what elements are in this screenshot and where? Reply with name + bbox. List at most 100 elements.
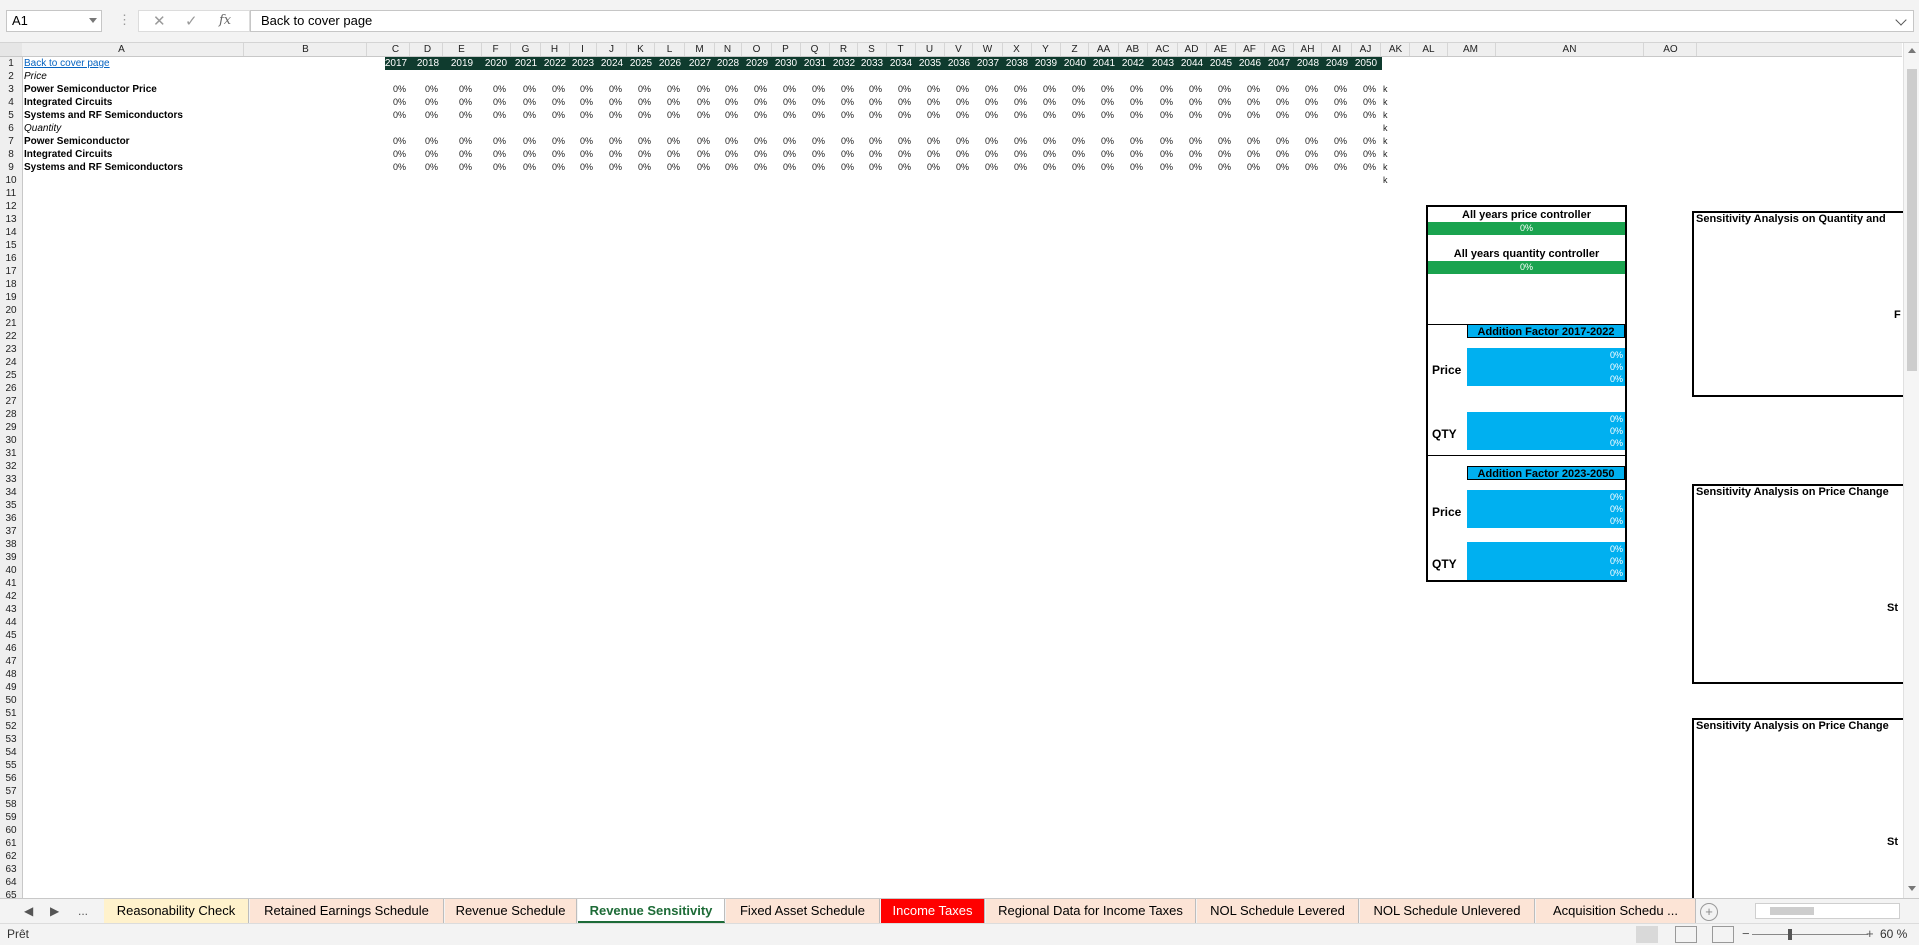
percent-cell[interactable]: 0% <box>1354 83 1376 96</box>
percent-cell[interactable]: 0% <box>384 109 406 122</box>
percent-cell[interactable]: 0% <box>1092 161 1114 174</box>
year-cell[interactable]: 2034 <box>887 57 915 70</box>
column-header[interactable]: S <box>858 43 887 56</box>
year-cell[interactable]: 2027 <box>686 57 714 70</box>
row-header[interactable]: 54 <box>0 746 22 759</box>
percent-cell[interactable]: 0% <box>600 109 622 122</box>
percent-cell[interactable]: 0% <box>1180 148 1202 161</box>
year-cell[interactable]: 2042 <box>1119 57 1147 70</box>
column-header[interactable]: V <box>945 43 973 56</box>
percent-cell[interactable]: 0% <box>976 135 998 148</box>
percent-cell[interactable]: 0% <box>1296 148 1318 161</box>
percent-cell[interactable]: 0% <box>629 109 651 122</box>
row-header[interactable]: 28 <box>0 408 22 421</box>
year-cell[interactable]: 2047 <box>1265 57 1293 70</box>
year-cell[interactable]: 2046 <box>1236 57 1264 70</box>
column-header[interactable]: B <box>245 43 367 56</box>
column-header[interactable]: F <box>482 43 511 56</box>
row-header[interactable]: 57 <box>0 785 22 798</box>
percent-cell[interactable]: 0% <box>889 161 911 174</box>
k-marker-cell[interactable]: k <box>1383 109 1388 122</box>
percent-cell[interactable]: 0% <box>1296 109 1318 122</box>
percent-cell[interactable]: 0% <box>889 109 911 122</box>
percent-cell[interactable]: 0% <box>688 96 710 109</box>
sheet-tab[interactable]: NOL Schedule Levered <box>1197 899 1359 923</box>
year-cell[interactable]: 2044 <box>1178 57 1206 70</box>
percent-cell[interactable]: 0% <box>1296 83 1318 96</box>
percent-cell[interactable]: 0% <box>484 83 506 96</box>
row-header[interactable]: 22 <box>0 330 22 343</box>
percent-cell[interactable]: 0% <box>1325 109 1347 122</box>
percent-cell[interactable]: 0% <box>774 148 796 161</box>
row-header[interactable]: 47 <box>0 655 22 668</box>
column-header[interactable]: Q <box>801 43 830 56</box>
row-header[interactable]: 24 <box>0 356 22 369</box>
percent-cell[interactable]: 0% <box>745 161 767 174</box>
row-header[interactable]: 18 <box>0 278 22 291</box>
year-cell[interactable]: 2041 <box>1090 57 1118 70</box>
percent-cell[interactable]: 0% <box>600 96 622 109</box>
year-cell[interactable]: 2043 <box>1149 57 1177 70</box>
row-header[interactable]: 4 <box>0 96 22 109</box>
percent-cell[interactable]: 0% <box>832 96 854 109</box>
k-marker-cell[interactable]: k <box>1383 161 1388 174</box>
row-header[interactable]: 7 <box>0 135 22 148</box>
function-icon[interactable]: fx <box>219 13 231 28</box>
column-header[interactable]: AK <box>1382 43 1410 56</box>
year-cell[interactable]: 2049 <box>1323 57 1351 70</box>
percent-cell[interactable]: 0% <box>976 148 998 161</box>
percent-cell[interactable]: 0% <box>1063 109 1085 122</box>
percent-cell[interactable]: 0% <box>1121 135 1143 148</box>
year-cell[interactable]: 2026 <box>656 57 684 70</box>
percent-cell[interactable]: 0% <box>1296 161 1318 174</box>
percent-cell[interactable]: 0% <box>1092 96 1114 109</box>
year-cell[interactable]: 2029 <box>743 57 771 70</box>
year-cell[interactable]: 2031 <box>801 57 829 70</box>
percent-cell[interactable]: 0% <box>947 161 969 174</box>
factor2-price-value-3[interactable]: 0% <box>1610 515 1623 527</box>
column-header[interactable]: Z <box>1061 43 1089 56</box>
percent-cell[interactable]: 0% <box>1151 148 1173 161</box>
percent-cell[interactable]: 0% <box>1180 109 1202 122</box>
percent-cell[interactable]: 0% <box>1092 83 1114 96</box>
row-header[interactable]: 64 <box>0 876 22 889</box>
percent-cell[interactable]: 0% <box>1063 83 1085 96</box>
year-cell[interactable]: 2050 <box>1352 57 1380 70</box>
percent-cell[interactable]: 0% <box>832 109 854 122</box>
percent-cell[interactable]: 0% <box>1005 109 1027 122</box>
row-header[interactable]: 39 <box>0 551 22 564</box>
percent-cell[interactable]: 0% <box>543 148 565 161</box>
k-marker-cell[interactable]: k <box>1383 135 1388 148</box>
percent-cell[interactable]: 0% <box>1151 161 1173 174</box>
row-header[interactable]: 61 <box>0 837 22 850</box>
row-header[interactable]: 42 <box>0 590 22 603</box>
row-header[interactable]: 29 <box>0 421 22 434</box>
percent-cell[interactable]: 0% <box>600 83 622 96</box>
row-header[interactable]: 23 <box>0 343 22 356</box>
percent-cell[interactable]: 0% <box>1121 109 1143 122</box>
next-sheet-icon[interactable]: ▶ <box>50 904 59 918</box>
percent-cell[interactable]: 0% <box>1238 148 1260 161</box>
year-cell[interactable]: 2045 <box>1207 57 1235 70</box>
percent-cell[interactable]: 0% <box>1180 161 1202 174</box>
horizontal-scroll-thumb[interactable] <box>1770 907 1814 915</box>
percent-cell[interactable]: 0% <box>658 83 680 96</box>
percent-cell[interactable]: 0% <box>416 96 438 109</box>
year-cell[interactable]: 2025 <box>627 57 655 70</box>
percent-cell[interactable]: 0% <box>1063 148 1085 161</box>
percent-cell[interactable]: 0% <box>571 161 593 174</box>
factor1-price-value-1[interactable]: 0% <box>1610 349 1623 361</box>
percent-cell[interactable]: 0% <box>543 96 565 109</box>
percent-cell[interactable]: 0% <box>1325 96 1347 109</box>
percent-cell[interactable]: 0% <box>918 135 940 148</box>
row-header[interactable]: 58 <box>0 798 22 811</box>
percent-cell[interactable]: 0% <box>1209 109 1231 122</box>
percent-cell[interactable]: 0% <box>450 135 472 148</box>
percent-cell[interactable]: 0% <box>688 83 710 96</box>
factor1-price-inputs[interactable]: 0% 0% 0% <box>1467 348 1625 386</box>
percent-cell[interactable]: 0% <box>658 109 680 122</box>
percent-cell[interactable]: 0% <box>571 148 593 161</box>
column-header[interactable]: AC <box>1149 43 1178 56</box>
column-header[interactable]: AJ <box>1352 43 1381 56</box>
percent-cell[interactable]: 0% <box>1238 83 1260 96</box>
